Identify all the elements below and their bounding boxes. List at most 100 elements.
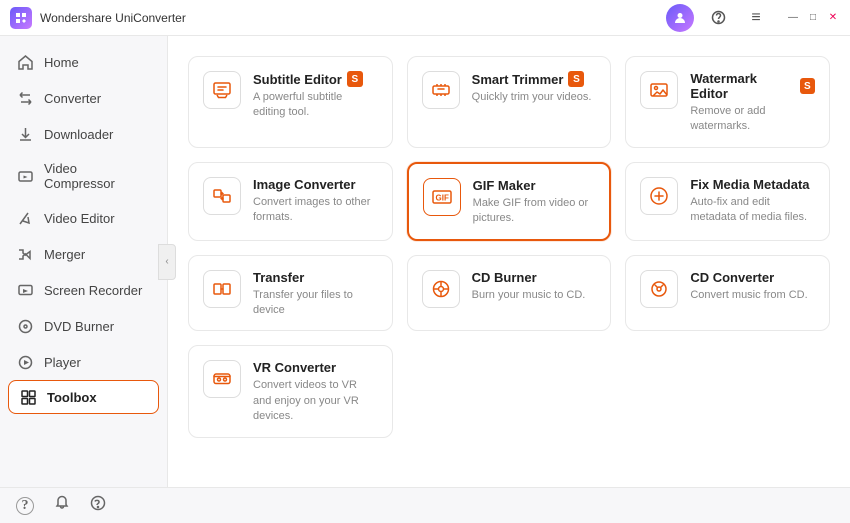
subtitle-editor-desc: A powerful subtitle editing tool.: [253, 90, 378, 121]
fix-media-metadata-desc: Auto-fix and edit metadata of media file…: [690, 195, 815, 226]
tool-card-cd-converter[interactable]: CD Converter Convert music from CD.: [625, 255, 830, 332]
sidebar-collapse-button[interactable]: ‹: [158, 244, 176, 280]
sidebar-item-converter[interactable]: Converter: [0, 80, 167, 116]
sidebar-item-merger-label: Merger: [44, 247, 85, 262]
notifications-icon[interactable]: [54, 495, 70, 516]
sidebar-item-downloader[interactable]: Downloader: [0, 116, 167, 152]
sidebar-item-converter-label: Converter: [44, 91, 101, 106]
sidebar: Home Converter Downloader Video Compress…: [0, 36, 168, 487]
gif-maker-info: GIF Maker Make GIF from video or picture…: [473, 178, 596, 227]
title-bar: Wondershare UniConverter ≡ — □ ✕: [0, 0, 850, 36]
sidebar-item-screen-recorder-label: Screen Recorder: [44, 283, 142, 298]
smart-trimmer-desc: Quickly trim your videos.: [472, 90, 597, 105]
feedback-icon[interactable]: [90, 495, 106, 516]
image-converter-title: Image Converter: [253, 177, 378, 192]
vr-converter-desc: Convert videos to VR and enjoy on your V…: [253, 378, 378, 424]
home-icon: [16, 53, 34, 71]
transfer-title: Transfer: [253, 270, 378, 285]
smart-trimmer-card-icon: [422, 71, 460, 109]
vr-converter-info: VR Converter Convert videos to VR and en…: [253, 360, 378, 424]
sidebar-item-player[interactable]: Player: [0, 344, 167, 380]
tool-card-subtitle-editor[interactable]: Subtitle Editor S A powerful subtitle ed…: [188, 56, 393, 148]
content-area: Subtitle Editor S A powerful subtitle ed…: [168, 36, 850, 487]
tool-card-cd-burner[interactable]: CD Burner Burn your music to CD.: [407, 255, 612, 332]
fix-media-metadata-info: Fix Media Metadata Auto-fix and edit met…: [690, 177, 815, 226]
tool-card-transfer[interactable]: Transfer Transfer your files to device: [188, 255, 393, 332]
tool-card-smart-trimmer[interactable]: Smart Trimmer S Quickly trim your videos…: [407, 56, 612, 148]
screen-recorder-icon: [16, 281, 34, 299]
cd-burner-desc: Burn your music to CD.: [472, 288, 597, 303]
help-icon[interactable]: ?: [16, 497, 34, 515]
cd-burner-info: CD Burner Burn your music to CD.: [472, 270, 597, 303]
tool-card-vr-converter[interactable]: VR Converter Convert videos to VR and en…: [188, 345, 393, 437]
converter-icon: [16, 89, 34, 107]
minimize-button[interactable]: —: [786, 11, 800, 25]
cd-burner-title: CD Burner: [472, 270, 597, 285]
cd-converter-info: CD Converter Convert music from CD.: [690, 270, 815, 303]
app-logo: [10, 7, 32, 29]
sidebar-item-video-editor-label: Video Editor: [44, 211, 115, 226]
subtitle-editor-badge: S: [347, 71, 363, 87]
vr-converter-card-icon: [203, 360, 241, 398]
subtitle-editor-info: Subtitle Editor S A powerful subtitle ed…: [253, 71, 378, 121]
toolbox-icon: [19, 388, 37, 406]
bottom-bar: ?: [0, 487, 850, 523]
main-layout: Home Converter Downloader Video Compress…: [0, 36, 850, 487]
app-title: Wondershare UniConverter: [40, 11, 186, 25]
image-converter-card-icon: [203, 177, 241, 215]
downloader-icon: [16, 125, 34, 143]
sidebar-item-home-label: Home: [44, 55, 79, 70]
watermark-editor-info: Watermark Editor S Remove or add waterma…: [690, 71, 815, 135]
maximize-button[interactable]: □: [806, 11, 820, 25]
transfer-desc: Transfer your files to device: [253, 288, 378, 319]
transfer-card-icon: [203, 270, 241, 308]
cd-burner-card-icon: [422, 270, 460, 308]
watermark-editor-card-icon: [640, 71, 678, 109]
sidebar-item-screen-recorder[interactable]: Screen Recorder: [0, 272, 167, 308]
gif-maker-title: GIF Maker: [473, 178, 596, 193]
subtitle-editor-card-icon: [203, 71, 241, 109]
sidebar-item-dvd-burner[interactable]: DVD Burner: [0, 308, 167, 344]
sidebar-item-merger[interactable]: Merger: [0, 236, 167, 272]
fix-media-metadata-title: Fix Media Metadata: [690, 177, 815, 192]
window-controls: — □ ✕: [786, 11, 840, 25]
tool-grid: Subtitle Editor S A powerful subtitle ed…: [188, 56, 830, 438]
title-bar-right: ≡ — □ ✕: [666, 4, 840, 32]
close-button[interactable]: ✕: [826, 11, 840, 25]
hamburger-menu-icon[interactable]: ≡: [742, 4, 770, 32]
player-icon: [16, 353, 34, 371]
sidebar-item-toolbox-label: Toolbox: [47, 390, 97, 405]
cd-converter-title: CD Converter: [690, 270, 815, 285]
gif-maker-desc: Make GIF from video or pictures.: [473, 196, 596, 227]
vr-converter-title: VR Converter: [253, 360, 378, 375]
smart-trimmer-title: Smart Trimmer S: [472, 71, 597, 87]
sidebar-item-video-compressor[interactable]: Video Compressor: [0, 152, 167, 200]
transfer-info: Transfer Transfer your files to device: [253, 270, 378, 319]
sidebar-item-player-label: Player: [44, 355, 81, 370]
tool-card-image-converter[interactable]: Image Converter Convert images to other …: [188, 162, 393, 241]
video-compressor-icon: [16, 167, 34, 185]
merger-icon: [16, 245, 34, 263]
sidebar-item-toolbox[interactable]: Toolbox: [8, 380, 159, 414]
user-account-icon[interactable]: [666, 4, 694, 32]
image-converter-info: Image Converter Convert images to other …: [253, 177, 378, 226]
watermark-editor-badge: S: [800, 78, 815, 94]
subtitle-editor-title: Subtitle Editor S: [253, 71, 378, 87]
sidebar-item-downloader-label: Downloader: [44, 127, 113, 142]
cd-converter-card-icon: [640, 270, 678, 308]
tool-card-gif-maker[interactable]: GIF GIF Maker Make GIF from video or pic…: [407, 162, 612, 241]
cd-converter-desc: Convert music from CD.: [690, 288, 815, 303]
sidebar-item-video-editor[interactable]: Video Editor: [0, 200, 167, 236]
dvd-burner-icon: [16, 317, 34, 335]
smart-trimmer-badge: S: [568, 71, 584, 87]
gif-maker-card-icon: GIF: [423, 178, 461, 216]
image-converter-desc: Convert images to other formats.: [253, 195, 378, 226]
svg-text:GIF: GIF: [435, 193, 448, 202]
tool-card-watermark-editor[interactable]: Watermark Editor S Remove or add waterma…: [625, 56, 830, 148]
sidebar-item-home[interactable]: Home: [0, 44, 167, 80]
watermark-editor-desc: Remove or add watermarks.: [690, 104, 815, 135]
watermark-editor-title: Watermark Editor S: [690, 71, 815, 101]
tool-card-fix-media-metadata[interactable]: Fix Media Metadata Auto-fix and edit met…: [625, 162, 830, 241]
support-icon[interactable]: [704, 4, 732, 32]
sidebar-item-video-compressor-label: Video Compressor: [44, 161, 151, 191]
